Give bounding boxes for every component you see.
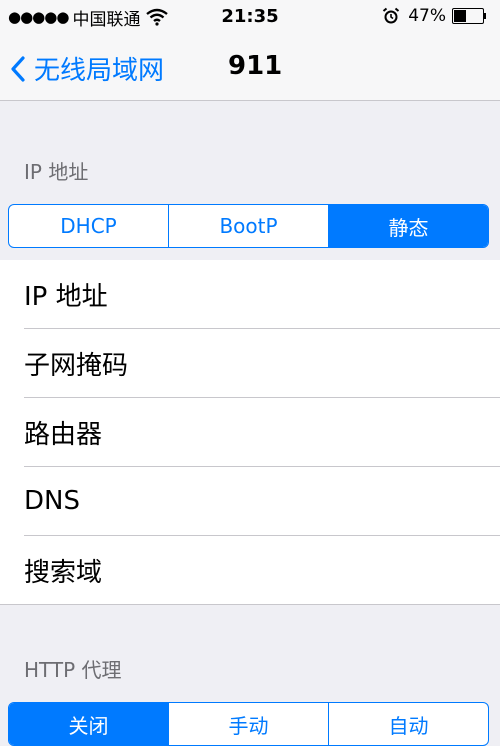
alarm-clock-icon	[382, 7, 400, 25]
segment-auto[interactable]: 自动	[329, 703, 488, 745]
status-bar: ●●●●● 中国联通 21:35 47%	[0, 0, 500, 34]
ip-address-field[interactable]: IP 地址	[24, 260, 500, 329]
dns-field[interactable]: DNS	[24, 467, 500, 536]
battery-icon	[452, 8, 486, 24]
segment-static[interactable]: 静态	[329, 205, 488, 247]
segment-off[interactable]: 关闭	[9, 703, 169, 745]
battery-fill	[454, 10, 467, 22]
ip-fields-list: IP 地址 子网掩码 路由器 DNS 搜索域	[0, 260, 500, 605]
search-domain-field[interactable]: 搜索域	[24, 536, 500, 604]
subnet-mask-field[interactable]: 子网掩码	[24, 329, 500, 398]
proxy-mode-segmented-control: 关闭 手动 自动	[8, 702, 489, 746]
segment-bootp[interactable]: BootP	[169, 205, 329, 247]
proxy-section-header: HTTP 代理	[24, 658, 122, 682]
ip-section-header: IP 地址	[24, 160, 89, 184]
chevron-left-icon	[11, 55, 25, 82]
segment-dhcp[interactable]: DHCP	[9, 205, 169, 247]
ip-mode-segmented-control: DHCP BootP 静态	[8, 204, 489, 248]
router-field[interactable]: 路由器	[24, 398, 500, 467]
segment-manual[interactable]: 手动	[169, 703, 329, 745]
status-right: 47%	[382, 6, 486, 26]
page-title: 911	[228, 51, 283, 81]
battery-percent: 47%	[408, 6, 446, 26]
back-button-label: 无线局域网	[34, 56, 165, 86]
back-button[interactable]: 无线局域网	[10, 50, 164, 87]
navigation-bar: 无线局域网 911	[0, 34, 500, 101]
